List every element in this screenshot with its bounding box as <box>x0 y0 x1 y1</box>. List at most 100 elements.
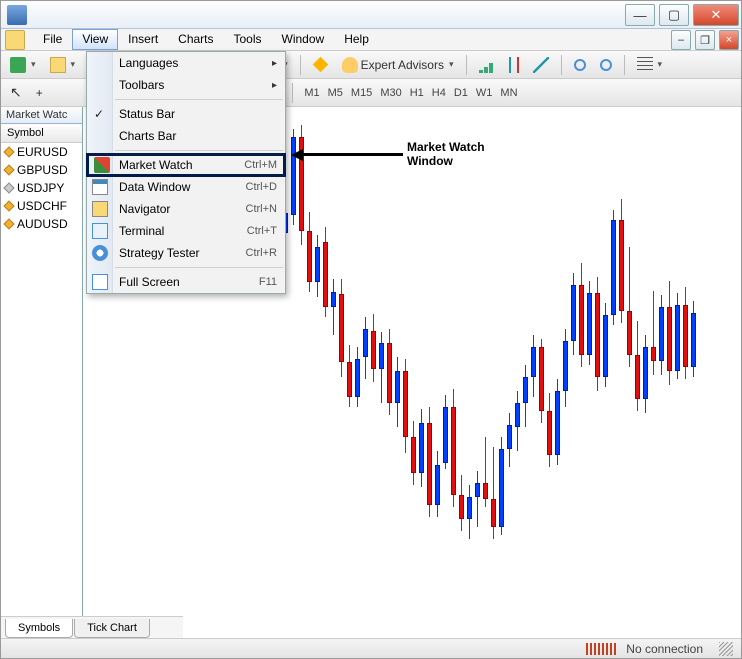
timeframe-m5[interactable]: M5 <box>324 82 347 104</box>
scroll-icon <box>637 57 653 73</box>
menu-app-icon <box>5 30 25 50</box>
mdi-restore-button[interactable]: ❐ <box>695 30 715 50</box>
line-chart-button[interactable] <box>528 54 554 76</box>
meta-icon-button[interactable] <box>308 54 333 76</box>
zoom-in-icon <box>574 59 586 71</box>
annotation-text: Market Watch Window <box>407 141 485 169</box>
diamond-icon <box>312 57 328 73</box>
menu-shortcut: Ctrl+M <box>244 159 277 171</box>
status-bar: No connection <box>1 638 741 658</box>
menu-item-label: Strategy Tester <box>119 246 246 260</box>
direction-icon <box>3 218 14 229</box>
crosshair-icon: + <box>36 86 43 100</box>
symbol-row[interactable]: GBPUSD <box>1 161 82 179</box>
menu-tools[interactable]: Tools <box>224 29 272 50</box>
market-watch-title: Market Watc <box>1 107 82 124</box>
menu-item-label: Market Watch <box>119 158 244 172</box>
full-screen-icon <box>92 274 108 290</box>
resize-grip-icon[interactable] <box>719 642 733 656</box>
head-icon <box>342 57 358 73</box>
app-icon <box>7 5 27 25</box>
crosshair-button[interactable]: + <box>31 82 48 104</box>
menu-shortcut: Ctrl+R <box>246 247 277 259</box>
menu-item-languages[interactable]: Languages▸ <box>87 52 285 74</box>
menu-item-data-window[interactable]: Data WindowCtrl+D <box>87 176 285 198</box>
menu-shortcut: Ctrl+T <box>247 225 277 237</box>
menu-item-terminal[interactable]: TerminalCtrl+T <box>87 220 285 242</box>
menubar: FileViewInsertChartsToolsWindowHelp – ❐ … <box>1 29 741 51</box>
bar-chart-button[interactable] <box>474 54 500 76</box>
timeframe-h1[interactable]: H1 <box>406 82 428 104</box>
menu-charts[interactable]: Charts <box>168 29 223 50</box>
maximize-button[interactable]: ▢ <box>659 4 689 26</box>
menu-item-charts-bar[interactable]: Charts Bar <box>87 125 285 147</box>
data-window-icon <box>92 179 108 195</box>
zoom-in-button[interactable] <box>569 54 591 76</box>
direction-icon <box>3 182 14 193</box>
symbol-label: EURUSD <box>17 145 68 159</box>
annotation-arrow-icon <box>291 149 303 161</box>
minimize-button[interactable]: — <box>625 4 655 26</box>
menu-shortcut: Ctrl+N <box>246 203 277 215</box>
menu-item-strategy-tester[interactable]: Strategy TesterCtrl+R <box>87 242 285 264</box>
menu-item-status-bar[interactable]: ✓ Status Bar <box>87 103 285 125</box>
symbol-label: USDCHF <box>17 199 67 213</box>
tab-tick-chart[interactable]: Tick Chart <box>74 619 150 638</box>
folder-icon <box>50 57 66 73</box>
window-controls: — ▢ ✕ <box>623 1 741 28</box>
timeframe-m30[interactable]: M30 <box>376 82 405 104</box>
timeframe-h4[interactable]: H4 <box>428 82 450 104</box>
cursor-icon: ↖ <box>10 84 22 101</box>
zoom-out-button[interactable] <box>595 54 617 76</box>
symbol-row[interactable]: AUDUSD <box>1 215 82 233</box>
menu-item-label: Charts Bar <box>119 129 277 143</box>
menu-item-full-screen[interactable]: Full ScreenF11 <box>87 271 285 293</box>
menu-item-market-watch[interactable]: Market WatchCtrl+M <box>86 153 286 177</box>
menu-item-label: Navigator <box>119 202 246 216</box>
menu-item-label: Status Bar <box>119 107 277 121</box>
timeframe-w1[interactable]: W1 <box>472 82 497 104</box>
menu-insert[interactable]: Insert <box>118 29 168 50</box>
timeframe-d1[interactable]: D1 <box>450 82 472 104</box>
status-text: No connection <box>626 642 703 656</box>
menu-file[interactable]: File <box>33 29 72 50</box>
candle-chart-button[interactable] <box>504 54 524 76</box>
profiles-button[interactable] <box>45 54 81 76</box>
menu-help[interactable]: Help <box>334 29 379 50</box>
mdi-close-button[interactable]: × <box>719 30 739 50</box>
menu-view[interactable]: View <box>72 29 118 50</box>
new-chart-button[interactable] <box>5 54 41 76</box>
symbol-label: GBPUSD <box>17 163 68 177</box>
terminal-icon <box>92 223 108 239</box>
timeframe-mn[interactable]: MN <box>496 82 521 104</box>
menu-item-navigator[interactable]: NavigatorCtrl+N <box>87 198 285 220</box>
cursor-button[interactable]: ↖ <box>5 82 27 104</box>
menu-window[interactable]: Window <box>272 29 335 50</box>
menu-item-toolbars[interactable]: Toolbars▸ <box>87 74 285 96</box>
menu-item-label: Toolbars <box>119 78 272 92</box>
symbol-row[interactable]: EURUSD <box>1 143 82 161</box>
mdi-minimize-button[interactable]: – <box>671 30 691 50</box>
annotation-line <box>303 153 403 156</box>
menu-shortcut: Ctrl+D <box>246 181 277 193</box>
plus-icon <box>10 57 26 73</box>
tab-symbols[interactable]: Symbols <box>5 619 73 638</box>
direction-icon <box>3 164 14 175</box>
direction-icon <box>3 146 14 157</box>
check-icon: ✓ <box>94 107 104 121</box>
close-button[interactable]: ✕ <box>693 4 739 26</box>
timeframe-m1[interactable]: M1 <box>300 82 323 104</box>
auto-scroll-button[interactable] <box>632 54 668 76</box>
navigator-icon <box>92 201 108 217</box>
market-watch-header: Symbol <box>1 124 82 143</box>
connection-bars-icon <box>586 643 616 655</box>
timeframe-m15[interactable]: M15 <box>347 82 376 104</box>
menu-item-label: Terminal <box>119 224 247 238</box>
expert-advisors-button[interactable]: Expert Advisors <box>337 54 459 76</box>
expert-advisors-label: Expert Advisors <box>361 58 444 72</box>
symbol-row[interactable]: USDJPY <box>1 179 82 197</box>
view-menu-dropdown: Languages▸Toolbars▸ ✓ Status Bar Charts Bar… <box>86 51 286 294</box>
menu-shortcut: F11 <box>259 276 277 288</box>
symbol-row[interactable]: USDCHF <box>1 197 82 215</box>
direction-icon <box>3 200 14 211</box>
